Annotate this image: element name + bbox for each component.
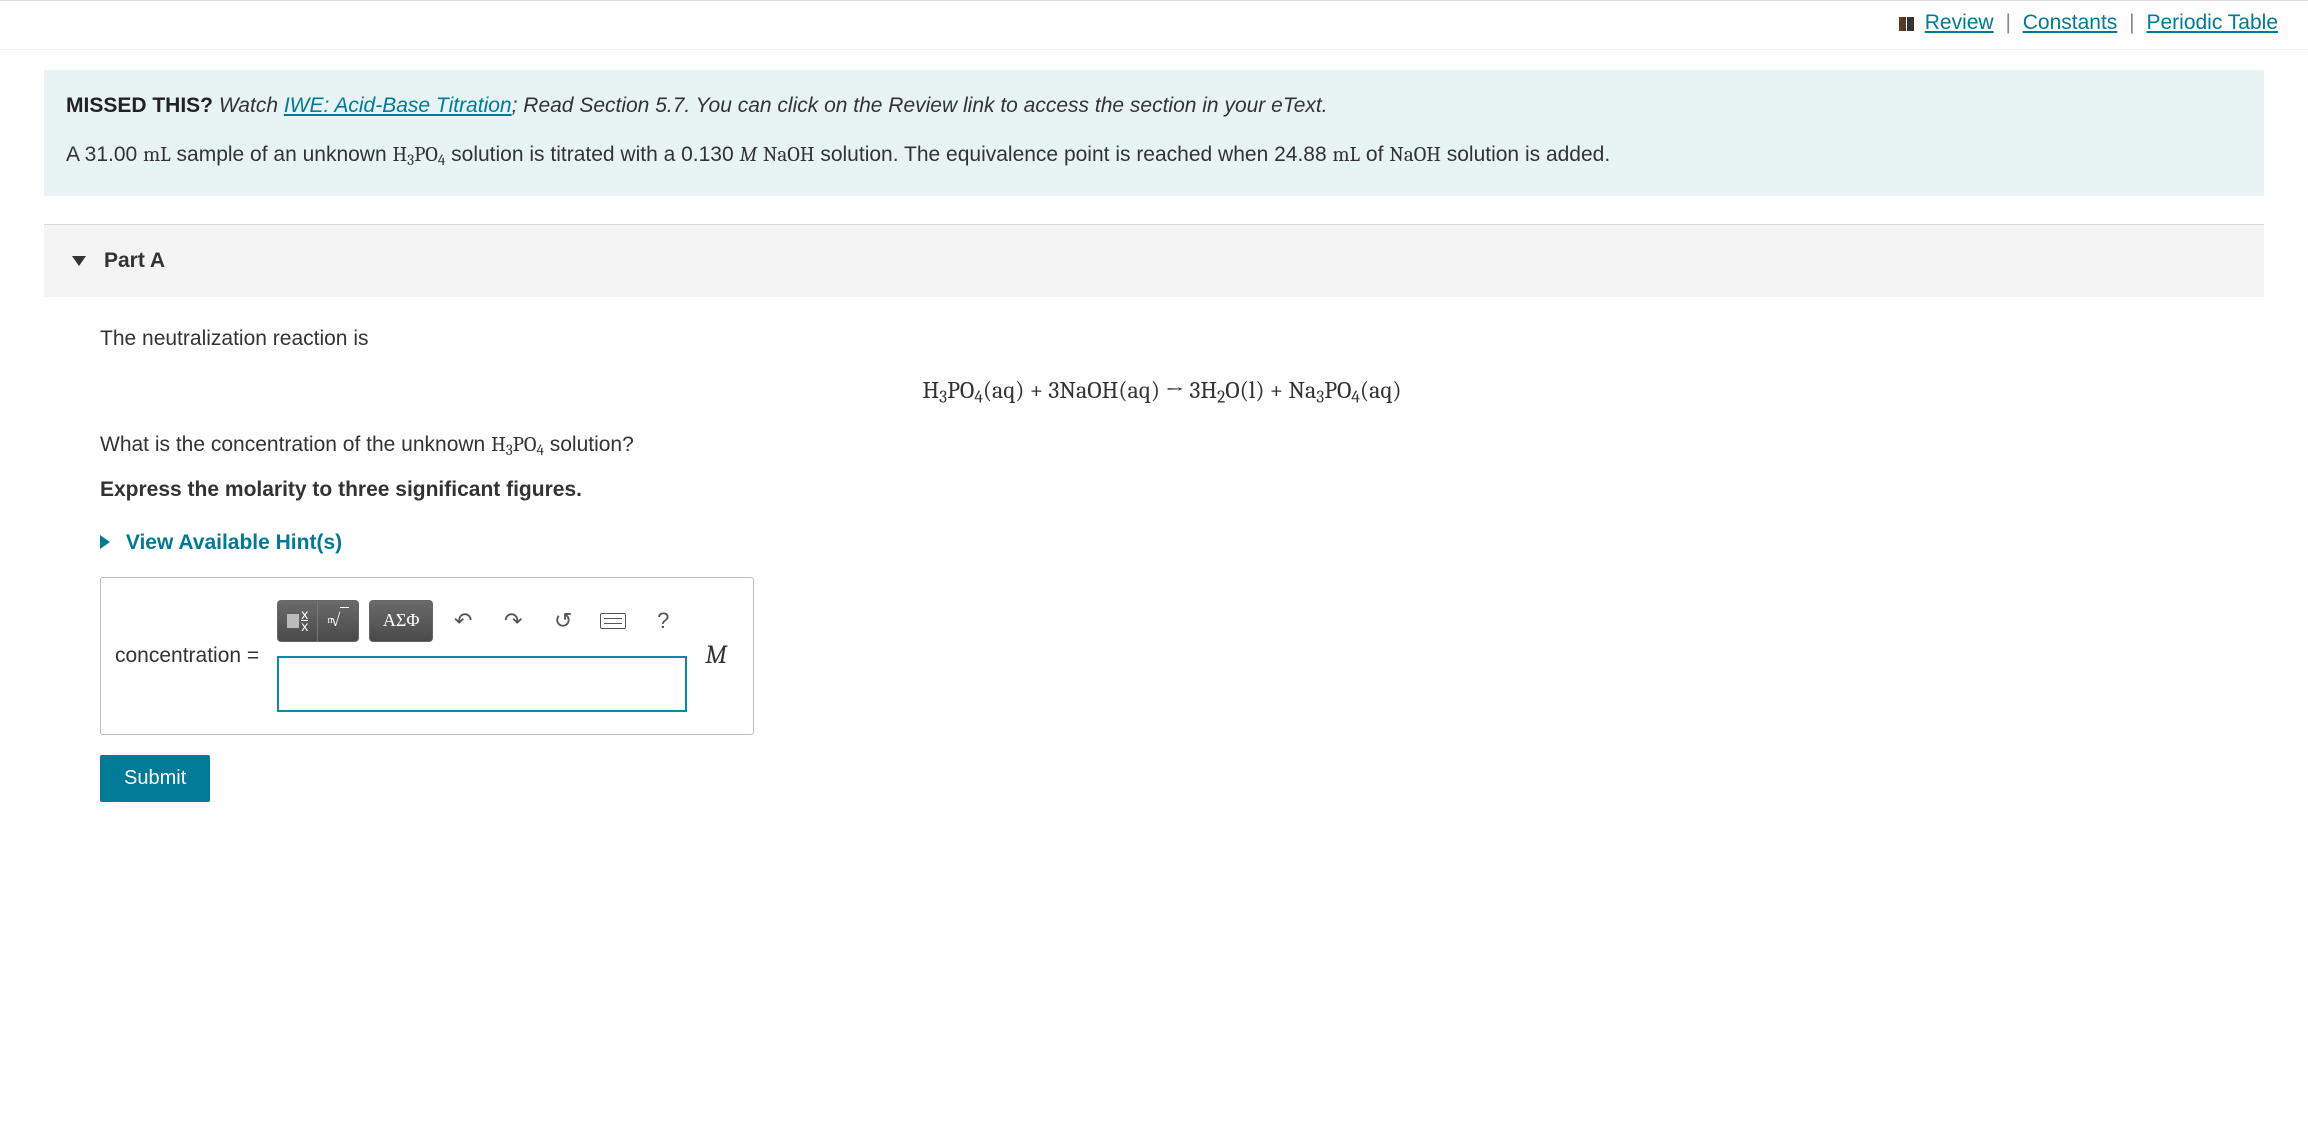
keyboard-icon	[600, 613, 626, 629]
separator: |	[2005, 11, 2010, 34]
periodic-table-link[interactable]: Periodic Table	[2146, 11, 2278, 34]
greek-symbols-button[interactable]: ΑΣΦ	[370, 601, 432, 641]
help-button[interactable]: ?	[643, 601, 683, 641]
reaction-intro: The neutralization reaction is	[100, 323, 2264, 355]
text: sample of an unknown	[171, 143, 393, 166]
symbols-tool-group: ΑΣΦ	[369, 600, 433, 642]
answer-instruction: Express the molarity to three significan…	[100, 474, 2264, 506]
problem-info-panel: MISSED THIS? Watch IWE: Acid-Base Titrat…	[44, 70, 2264, 196]
formula-naoh: NaOH	[1389, 143, 1441, 167]
answer-input[interactable]	[277, 656, 687, 712]
template-tool-group: xx n√	[277, 600, 359, 642]
unit-molar: M	[739, 143, 757, 167]
caret-down-icon	[72, 256, 86, 266]
hint-text: Watch	[219, 94, 284, 117]
unit-ml: mL	[143, 143, 171, 167]
hints-toggle[interactable]: View Available Hint(s)	[100, 527, 2264, 559]
text: What is the concentration of the unknown	[100, 433, 491, 456]
text: solution. The equivalence point is reach…	[815, 143, 1333, 166]
text: solution is added.	[1441, 143, 1610, 166]
formula-h3po4: H3PO4	[393, 143, 446, 167]
text: of	[1360, 143, 1389, 166]
reaction-equation: H3PO4(aq) + 3NaOH(aq) → 3H2O(l) + Na3PO4…	[60, 372, 2264, 411]
formula-naoh: NaOH	[763, 143, 815, 167]
separator: |	[2129, 11, 2134, 34]
caret-right-icon	[100, 535, 110, 549]
question-body: The neutralization reaction is H3PO4(aq)…	[100, 323, 2264, 735]
book-icon	[1899, 13, 1915, 37]
question-prompt: What is the concentration of the unknown…	[100, 429, 2264, 462]
answer-label: concentration =	[115, 640, 259, 672]
top-links-bar: Review | Constants | Periodic Table	[0, 0, 2308, 50]
missed-this-label: MISSED THIS?	[66, 94, 213, 117]
part-title: Part A	[104, 249, 165, 273]
answer-box: concentration = xx n√ ΑΣΦ ↶ ↷ ↺	[100, 577, 754, 735]
text: solution is titrated with a 0.130	[445, 143, 739, 166]
submit-button[interactable]: Submit	[100, 755, 210, 802]
keyboard-button[interactable]	[593, 601, 633, 641]
hints-label: View Available Hint(s)	[126, 531, 342, 554]
hint-text: ; Read Section 5.7. You can click on the…	[512, 94, 1328, 117]
undo-button[interactable]: ↶	[443, 601, 483, 641]
equation-toolbar: xx n√ ΑΣΦ ↶ ↷ ↺ ?	[277, 600, 683, 642]
problem-statement: A 31.00 mL sample of an unknown H3PO4 so…	[66, 139, 2242, 172]
subscript-tool-button[interactable]: xx	[278, 601, 318, 641]
formula-h3po4: H3PO4	[491, 433, 544, 457]
iwe-titration-link[interactable]: IWE: Acid-Base Titration	[284, 94, 512, 117]
unit-ml: mL	[1332, 143, 1360, 167]
answer-unit: M	[705, 636, 727, 675]
part-a-header[interactable]: Part A	[44, 225, 2264, 297]
reset-button[interactable]: ↺	[543, 601, 583, 641]
constants-link[interactable]: Constants	[2023, 11, 2118, 34]
redo-button[interactable]: ↷	[493, 601, 533, 641]
text: solution?	[544, 433, 634, 456]
root-tool-button[interactable]: n√	[318, 601, 358, 641]
text: A 31.00	[66, 143, 143, 166]
review-link[interactable]: Review	[1925, 11, 1994, 34]
